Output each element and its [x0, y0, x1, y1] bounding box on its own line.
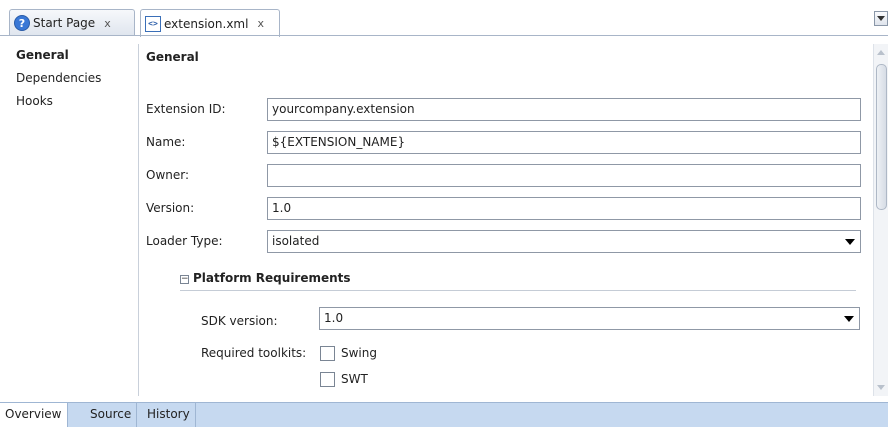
nav-item-general[interactable]: General — [11, 44, 138, 67]
name-field[interactable]: ${EXTENSION_NAME} — [267, 131, 861, 154]
swing-checkbox-label: Swing — [341, 346, 377, 360]
loader-type-value: isolated — [272, 234, 320, 248]
swt-checkbox-label: SWT — [341, 372, 368, 386]
sdk-version-select[interactable]: 1.0 — [319, 307, 860, 330]
close-icon[interactable]: x — [257, 17, 264, 30]
dropdown-arrow-icon — [845, 239, 855, 245]
tab-start-page[interactable]: ? Start Page x — [9, 9, 135, 36]
platform-requirements-header: − Platform Requirements — [180, 268, 856, 291]
swt-checkbox[interactable] — [320, 372, 335, 387]
scroll-up-icon[interactable] — [877, 50, 885, 55]
scrollbar-thumb[interactable] — [876, 64, 887, 210]
tab-overview[interactable]: Overview — [0, 403, 68, 427]
chevron-down-icon — [877, 15, 885, 21]
sdk-version-label: SDK version: — [201, 314, 278, 328]
dropdown-arrow-icon — [844, 316, 854, 322]
loader-type-select[interactable]: isolated — [267, 230, 861, 253]
tab-label: extension.xml — [164, 16, 249, 31]
section-nav: General Dependencies Hooks — [11, 44, 139, 396]
tab-history[interactable]: History — [142, 403, 196, 427]
owner-label: Owner: — [146, 168, 190, 182]
sdk-version-value: 1.0 — [324, 311, 344, 325]
vertical-scrollbar[interactable] — [873, 44, 888, 396]
version-field[interactable]: 1.0 — [267, 197, 861, 220]
tab-extension-xml[interactable]: <> extension.xml x — [140, 9, 280, 37]
tab-label: Start Page — [33, 16, 96, 30]
swing-checkbox[interactable] — [320, 346, 335, 361]
section-divider — [180, 290, 856, 291]
general-form: General Extension ID: yourcompany.extens… — [140, 44, 873, 396]
extension-id-field[interactable]: yourcompany.extension — [267, 98, 861, 121]
collapse-toggle-icon[interactable]: − — [180, 275, 189, 284]
tab-strip-divider — [0, 35, 888, 36]
version-label: Version: — [146, 201, 195, 215]
platform-requirements-title: Platform Requirements — [193, 271, 351, 285]
tab-source[interactable]: Source — [85, 403, 138, 427]
nav-item-hooks[interactable]: Hooks — [11, 90, 138, 113]
loader-type-label: Loader Type: — [146, 234, 223, 248]
name-label: Name: — [146, 135, 186, 149]
section-title: General — [146, 50, 199, 64]
owner-field[interactable] — [267, 164, 861, 187]
scroll-down-icon[interactable] — [877, 385, 885, 390]
editor-tab-strip: ? Start Page x <> extension.xml x — [0, 0, 888, 37]
xml-file-icon: <> — [145, 15, 161, 32]
tab-list-dropdown-button[interactable] — [874, 11, 888, 26]
nav-item-dependencies[interactable]: Dependencies — [11, 67, 138, 90]
view-tab-bar: Overview Source History — [0, 402, 888, 427]
extension-id-label: Extension ID: — [146, 102, 226, 116]
help-icon: ? — [14, 15, 30, 31]
close-icon[interactable]: x — [104, 17, 111, 30]
required-toolkits-label: Required toolkits: — [201, 346, 307, 360]
